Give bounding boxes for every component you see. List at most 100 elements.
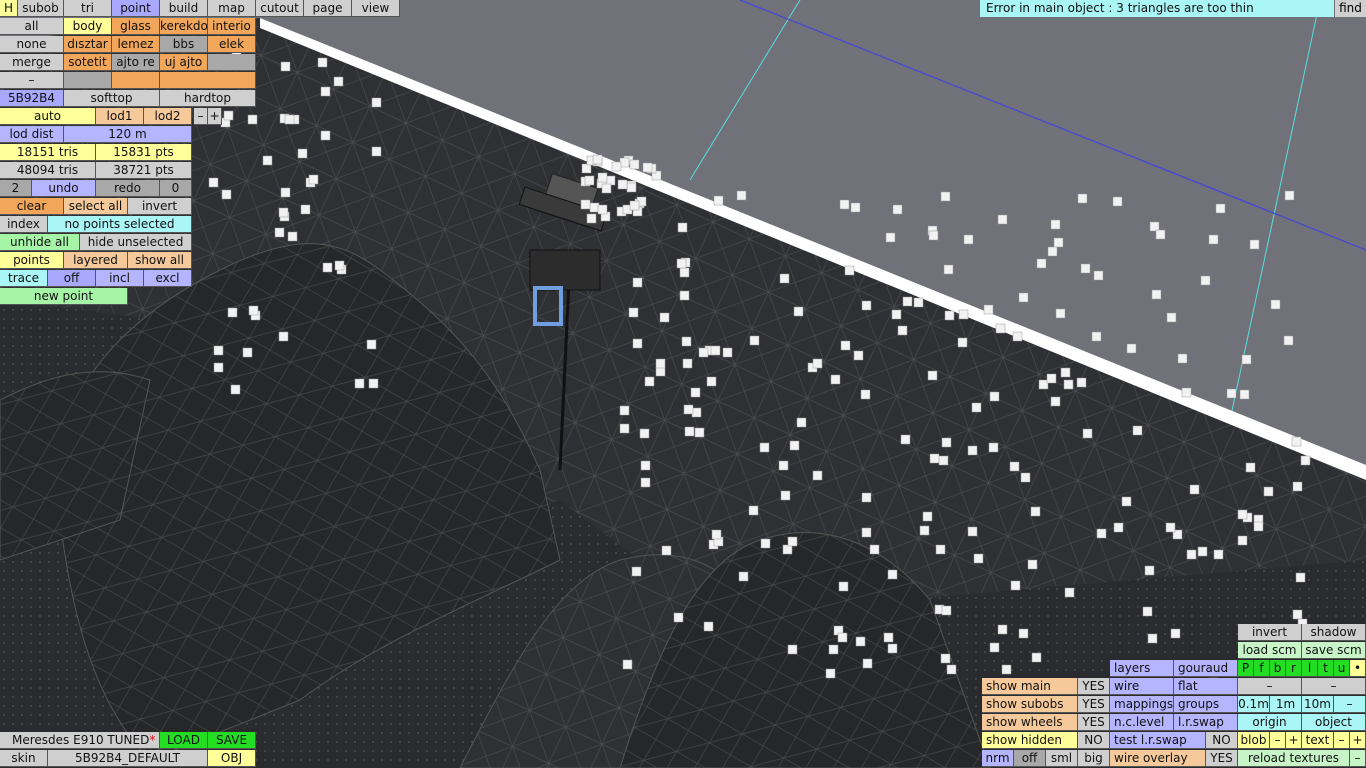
vertex-marker[interactable] bbox=[223, 110, 234, 121]
vertex-marker[interactable] bbox=[828, 644, 839, 655]
vertex-marker[interactable] bbox=[1046, 373, 1057, 384]
lod-plus-button[interactable]: + bbox=[208, 108, 222, 125]
test-lr-swap-toggle[interactable]: NO bbox=[1206, 732, 1238, 749]
vertex-marker[interactable] bbox=[967, 445, 978, 456]
vertex-marker[interactable] bbox=[354, 378, 365, 389]
select-all-button[interactable]: select all bbox=[64, 198, 128, 215]
text-plus-button[interactable]: + bbox=[1350, 732, 1366, 749]
vertex-marker[interactable] bbox=[1047, 246, 1058, 257]
vertex-marker[interactable] bbox=[1126, 343, 1137, 354]
vertex-marker[interactable] bbox=[1112, 196, 1123, 207]
vertex-marker[interactable] bbox=[796, 417, 807, 428]
save-button[interactable]: SAVE bbox=[208, 732, 256, 749]
vertex-marker[interactable] bbox=[622, 659, 633, 670]
vertex-marker[interactable] bbox=[605, 175, 616, 186]
lod-dist-value[interactable]: 120 m bbox=[64, 126, 192, 143]
vertex-marker[interactable] bbox=[1001, 664, 1012, 675]
show-main-toggle[interactable]: YES bbox=[1078, 678, 1110, 695]
vertex-marker[interactable] bbox=[1300, 455, 1311, 466]
tab-h[interactable]: H bbox=[0, 0, 18, 17]
undo-button[interactable]: undo bbox=[32, 180, 96, 197]
vertex-marker[interactable] bbox=[787, 536, 798, 547]
tab-page[interactable]: page bbox=[304, 0, 352, 17]
vertex-marker[interactable] bbox=[640, 460, 651, 471]
vertex-marker[interactable] bbox=[1200, 275, 1211, 286]
vertex-marker[interactable] bbox=[287, 231, 298, 242]
new-point-button[interactable]: new point bbox=[0, 288, 128, 305]
grid-10m-button[interactable]: 10m bbox=[1302, 696, 1334, 713]
vertex-marker[interactable] bbox=[736, 190, 747, 201]
vertex-marker[interactable] bbox=[861, 492, 872, 503]
vertex-marker[interactable] bbox=[853, 350, 864, 361]
vertex-marker[interactable] bbox=[1018, 292, 1029, 303]
vertex-marker[interactable] bbox=[676, 258, 687, 269]
group-empty[interactable] bbox=[208, 54, 256, 71]
vertex-marker[interactable] bbox=[850, 202, 861, 213]
vertex-marker[interactable] bbox=[1189, 484, 1200, 495]
trace-incl-button[interactable]: incl bbox=[96, 270, 144, 287]
vertex-marker[interactable] bbox=[838, 581, 849, 592]
vertex-marker[interactable] bbox=[682, 358, 693, 369]
group-slot-1[interactable] bbox=[64, 72, 112, 89]
gouraud-button[interactable]: gouraud bbox=[1174, 660, 1238, 677]
vertex-marker[interactable] bbox=[644, 376, 655, 387]
flag-p[interactable]: P bbox=[1238, 660, 1254, 677]
group-elek[interactable]: elek bbox=[208, 36, 256, 53]
vertex-marker[interactable] bbox=[1284, 190, 1295, 201]
flag-dot[interactable]: • bbox=[1350, 660, 1366, 677]
vertex-marker[interactable] bbox=[989, 642, 1000, 653]
vertex-marker[interactable] bbox=[789, 440, 800, 451]
vertex-marker[interactable] bbox=[812, 470, 823, 481]
vertex-marker[interactable] bbox=[1249, 239, 1260, 250]
vertex-marker[interactable] bbox=[334, 260, 345, 271]
vertex-marker[interactable] bbox=[694, 427, 705, 438]
vertex-marker[interactable] bbox=[589, 202, 600, 213]
wire-overlay-label[interactable]: wire overlay bbox=[1110, 750, 1206, 767]
points-button[interactable]: points bbox=[0, 252, 64, 269]
softtop-button[interactable]: softtop bbox=[64, 90, 160, 107]
vertex-marker[interactable] bbox=[580, 199, 591, 210]
vertex-marker[interactable] bbox=[938, 455, 949, 466]
vertex-marker[interactable] bbox=[681, 336, 692, 347]
mappings-button[interactable]: mappings bbox=[1110, 696, 1174, 713]
group-lemez[interactable]: lemez bbox=[112, 36, 160, 53]
vertex-marker[interactable] bbox=[1213, 549, 1224, 560]
vertex-marker[interactable] bbox=[713, 195, 724, 206]
vertex-marker[interactable] bbox=[855, 636, 866, 647]
vertex-marker[interactable] bbox=[1030, 506, 1041, 517]
vertex-marker[interactable] bbox=[1018, 628, 1029, 639]
vertex-marker[interactable] bbox=[844, 265, 855, 276]
vertex-marker[interactable] bbox=[1038, 379, 1049, 390]
vertex-marker[interactable] bbox=[679, 267, 690, 278]
vertex-marker[interactable] bbox=[759, 442, 770, 453]
vertex-marker[interactable] bbox=[782, 544, 793, 555]
vertex-marker[interactable] bbox=[698, 347, 709, 358]
vertex-marker[interactable] bbox=[371, 146, 382, 157]
group-bbs[interactable]: bbs bbox=[160, 36, 208, 53]
clear-selection-button[interactable]: clear bbox=[0, 198, 64, 215]
flag-f[interactable]: f bbox=[1254, 660, 1270, 677]
group-none[interactable]: none bbox=[0, 36, 64, 53]
group-slot-2[interactable] bbox=[112, 72, 160, 89]
vertex-marker[interactable] bbox=[1166, 312, 1177, 323]
vertex-marker[interactable] bbox=[690, 387, 701, 398]
save-scm-button[interactable]: save scm bbox=[1302, 642, 1366, 659]
vertex-marker[interactable] bbox=[629, 159, 640, 170]
vertex-marker[interactable] bbox=[230, 384, 241, 395]
group-slot-3[interactable] bbox=[160, 72, 256, 89]
vertex-marker[interactable] bbox=[655, 366, 666, 377]
vertex-marker[interactable] bbox=[897, 325, 908, 336]
hide-unselected-button[interactable]: hide unselected bbox=[80, 234, 192, 251]
layers-button[interactable]: layers bbox=[1110, 660, 1174, 677]
vertex-marker[interactable] bbox=[839, 199, 850, 210]
group-ajto-re[interactable]: ajto re bbox=[112, 54, 160, 71]
flag-b[interactable]: b bbox=[1270, 660, 1286, 677]
vertex-marker[interactable] bbox=[958, 309, 969, 320]
vertex-marker[interactable] bbox=[1155, 229, 1166, 240]
vertex-marker[interactable] bbox=[368, 378, 379, 389]
reload-minus-button[interactable]: – bbox=[1350, 750, 1366, 767]
vertex-marker[interactable] bbox=[1144, 565, 1155, 576]
vertex-marker[interactable] bbox=[1031, 652, 1042, 663]
vertex-marker[interactable] bbox=[780, 490, 791, 501]
invert-button[interactable]: invert bbox=[1238, 624, 1302, 641]
